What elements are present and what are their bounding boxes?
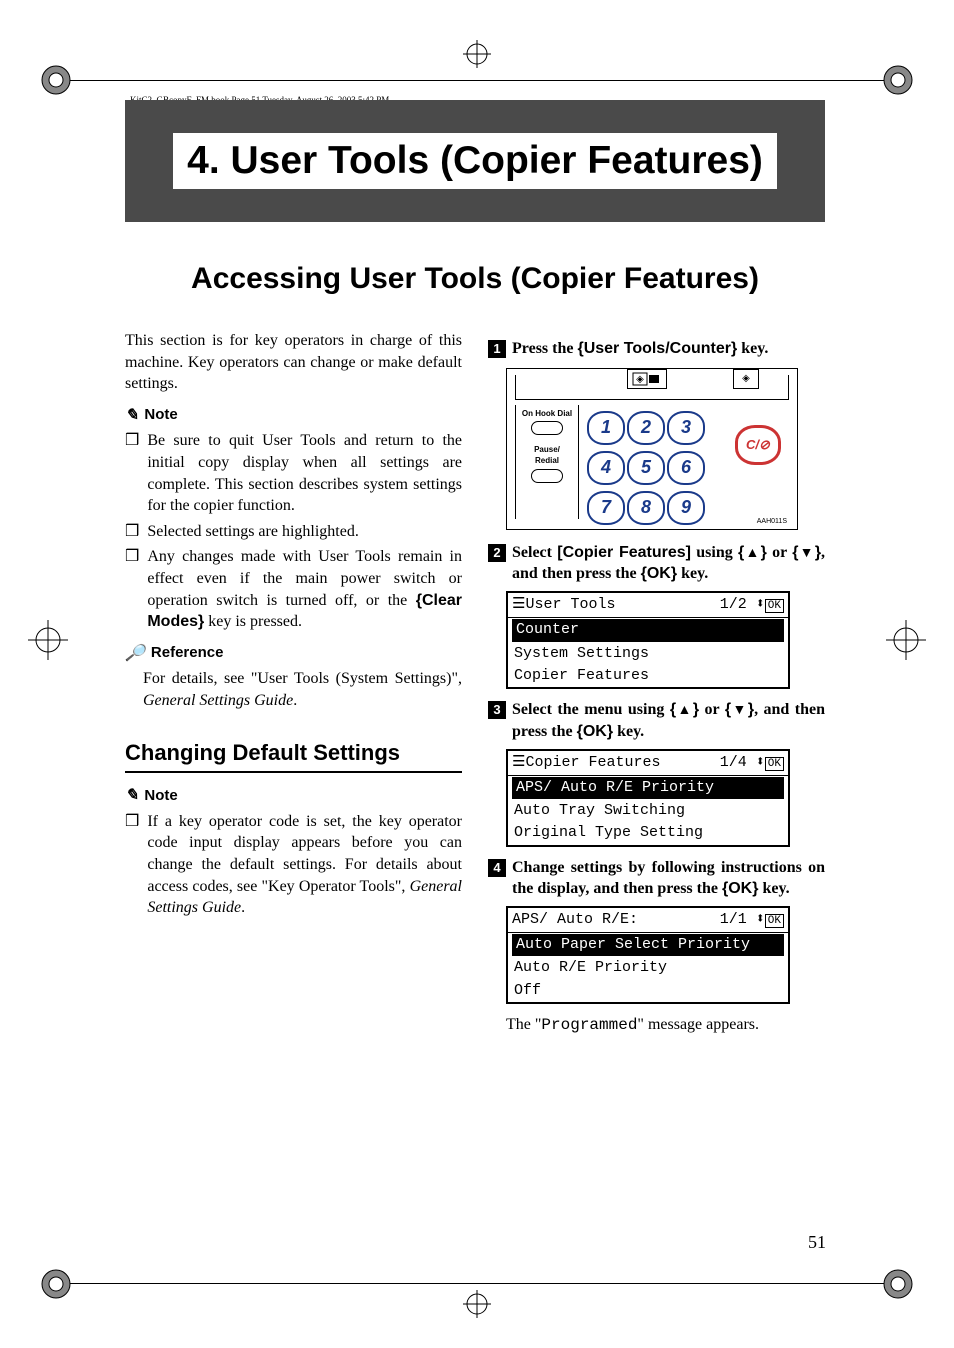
magnifier-icon: 🔎 [125, 643, 145, 665]
lcd3-row: Off [508, 980, 788, 1002]
lcd2-row-selected: APS/ Auto R/E Priority [512, 777, 784, 799]
lcd2-row: Auto Tray Switching [508, 800, 788, 822]
note-heading-2: ✎ Note [125, 785, 462, 807]
numeric-keypad: 1 2 3 4 5 6 7 8 9 [587, 411, 701, 525]
lcd-screen-2: ☰Copier Features 1/4 ⬍OK APS/ Auto R/E P… [506, 749, 790, 847]
key-9: 9 [667, 491, 705, 525]
pause-redial-label: Pause/ Redial [516, 445, 578, 467]
svg-text:◈: ◈ [636, 374, 644, 385]
on-hook-dial-button [531, 421, 563, 435]
lcd2-page: 1/4 [720, 754, 747, 771]
clear-stop-key: C/⊘ [735, 425, 781, 465]
section-title: Accessing User Tools (Copier Features) [125, 262, 825, 296]
lcd1-row: Copier Features [508, 665, 788, 687]
note-item: Selected settings are highlighted. [125, 521, 462, 543]
key-3: 3 [667, 411, 705, 445]
ok-indicator: OK [765, 599, 784, 613]
step-number-icon: 2 [488, 544, 506, 562]
note-label: Note [144, 786, 177, 806]
crop-line-top [70, 80, 884, 81]
list-icon: ☰ [512, 754, 525, 771]
lcd3-row: Auto R/E Priority [508, 957, 788, 979]
step-number-icon: 3 [488, 701, 506, 719]
ok-indicator: OK [765, 757, 784, 771]
registration-mark-mr [886, 620, 926, 660]
lcd2-row: Original Type Setting [508, 822, 788, 844]
lcd1-row-selected: Counter [512, 619, 784, 641]
note-list-2: If a key operator code is set, the key o… [125, 811, 462, 919]
figure-id: AAH011S [757, 517, 787, 526]
note-item: Any changes made with User Tools remain … [125, 546, 462, 632]
user-tools-key-icon: ◈ [627, 369, 667, 389]
ok-indicator: OK [765, 914, 784, 928]
registration-mark-bl [36, 1264, 76, 1304]
registration-mark-tc [457, 34, 497, 74]
tool-icon: ◈ [733, 369, 759, 389]
step-4: 4 Change settings by following instructi… [488, 857, 825, 900]
left-column: This section is for key operators in cha… [125, 330, 462, 1036]
note-heading-1: ✎ Note [125, 405, 462, 427]
note-list-1: Be sure to quit User Tools and return to… [125, 430, 462, 632]
key-5: 5 [627, 451, 665, 485]
lcd1-page: 1/2 [720, 596, 747, 613]
key-2: 2 [627, 411, 665, 445]
lcd3-row-selected: Auto Paper Select Priority [512, 934, 784, 956]
lcd3-title: APS/ Auto R/E: [512, 910, 638, 930]
registration-mark-tl [36, 60, 76, 100]
step-2: 2 Select [Copier Features] using {▲} or … [488, 542, 825, 585]
note-item: If a key operator code is set, the key o… [125, 811, 462, 919]
registration-mark-ml [28, 620, 68, 660]
reference-label: Reference [151, 643, 224, 663]
registration-mark-br [878, 1264, 918, 1304]
pencil-icon: ✎ [125, 785, 138, 807]
right-column: 1 Press the {User Tools/Counter} key. ◈ … [488, 330, 825, 1036]
step-number-icon: 4 [488, 859, 506, 877]
page-number: 51 [808, 1232, 826, 1253]
note-item: Be sure to quit User Tools and return to… [125, 430, 462, 516]
lcd3-page: 1/1 [720, 911, 747, 928]
pause-redial-button [531, 469, 563, 483]
key-1: 1 [587, 411, 625, 445]
step-1: 1 Press the {User Tools/Counter} key. [488, 338, 825, 360]
intro-paragraph: This section is for key operators in cha… [125, 330, 462, 395]
on-hook-dial-label: On Hook Dial [516, 409, 578, 420]
key-4: 4 [587, 451, 625, 485]
lcd-screen-1: ☰User Tools 1/2 ⬍OK Counter System Setti… [506, 591, 790, 689]
lcd1-title: User Tools [525, 596, 615, 613]
step-3: 3 Select the menu using {▲} or {▼}, and … [488, 699, 825, 742]
note-label: Note [144, 405, 177, 425]
reference-heading: 🔎 Reference [125, 643, 462, 665]
key-8: 8 [627, 491, 665, 525]
lcd2-title: Copier Features [525, 754, 660, 771]
chapter-title: 4. User Tools (Copier Features) [173, 133, 777, 189]
registration-mark-bc [457, 1284, 497, 1324]
chapter-band: 4. User Tools (Copier Features) [125, 100, 825, 222]
key-7: 7 [587, 491, 625, 525]
registration-mark-tr [878, 60, 918, 100]
lcd-screen-3: APS/ Auto R/E: 1/1 ⬍OK Auto Paper Select… [506, 906, 790, 1004]
reference-text: For details, see "User Tools (System Set… [143, 668, 462, 711]
keypad-figure: ◈ ◈ On Hook Dial Pause/ Redial 1 2 3 4 [506, 368, 798, 530]
list-icon: ☰ [512, 596, 525, 613]
pencil-icon: ✎ [125, 405, 138, 427]
step-number-icon: 1 [488, 340, 506, 358]
lcd1-row: System Settings [508, 643, 788, 665]
programmed-message-text: The "Programmed" message appears. [506, 1014, 825, 1037]
key-6: 6 [667, 451, 705, 485]
subsection-title: Changing Default Settings [125, 738, 462, 774]
